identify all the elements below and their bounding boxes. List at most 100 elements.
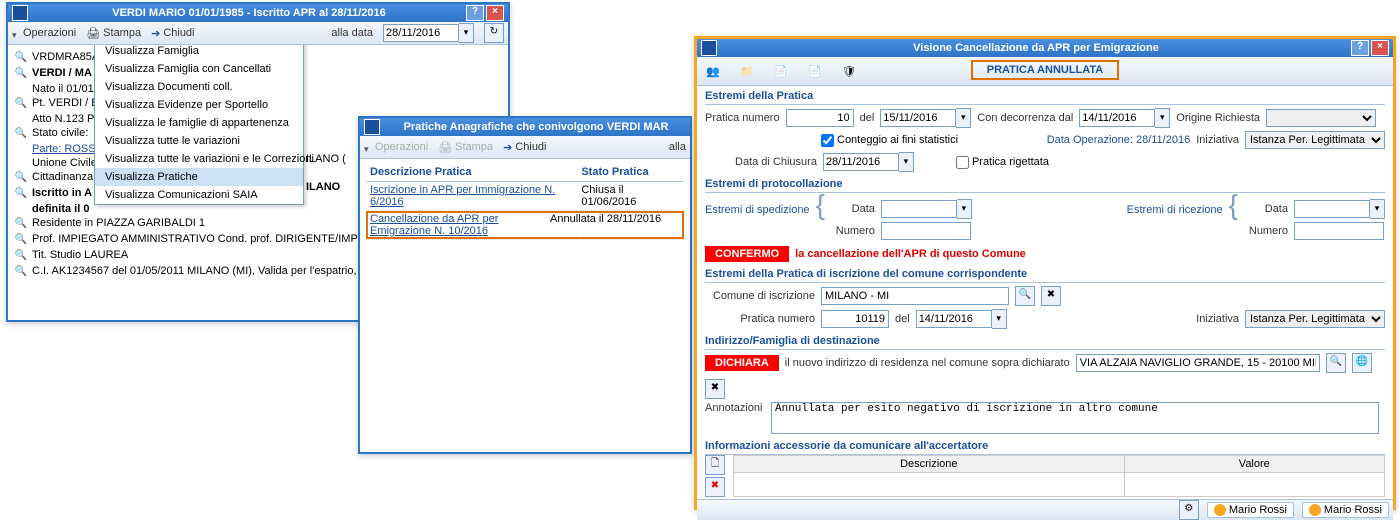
window-title: Pratiche Anagrafiche che conivolgono VER… [386, 118, 686, 136]
pratica-link[interactable]: Iscrizione in APR per Immigrazione N. 6/… [370, 184, 555, 208]
user-chip[interactable]: Mario Rossi [1207, 502, 1294, 518]
close-button[interactable]: × [486, 5, 504, 21]
menu-item[interactable]: Visualizza tutte le variazioni [95, 132, 303, 150]
magnifier-icon[interactable] [14, 97, 28, 111]
line-text: C.I. AK1234567 del 01/05/2011 MILANO (MI… [32, 265, 377, 277]
user-chip[interactable]: Mario Rossi [1302, 502, 1389, 518]
comune-input[interactable] [821, 287, 1009, 305]
chiudi-button[interactable]: ➔Chiudi [503, 141, 546, 154]
iniziativa-select[interactable]: Istanza Per. Legittimata [1245, 131, 1385, 149]
close-button[interactable]: × [1371, 40, 1389, 56]
calendar-button[interactable]: ▾ [1155, 108, 1170, 128]
chiudi-button[interactable]: ➔Chiudi [151, 27, 194, 40]
menu-item[interactable]: Visualizza Documenti coll. [95, 78, 303, 96]
clear-button[interactable]: ✖ [705, 379, 725, 399]
data-label: Data [831, 203, 875, 215]
col-valore[interactable]: Valore [1124, 456, 1384, 473]
table-row[interactable] [734, 473, 1385, 497]
line-text: Iscritto in A [32, 187, 92, 199]
help-button[interactable]: ? [466, 5, 484, 21]
magnifier-icon[interactable] [14, 187, 28, 201]
delete-row-button[interactable]: ✖ [705, 477, 725, 497]
del-date[interactable]: ▾ [880, 108, 971, 128]
col-descrizione[interactable]: Descrizione Pratica [366, 163, 577, 182]
section-estremi-pratica: Estremi della Pratica [705, 88, 1385, 105]
table-row-highlighted[interactable]: Cancellazione da APR per Emigrazione N. … [366, 211, 684, 240]
info-table: Descrizione Valore [733, 455, 1385, 497]
menu-item[interactable]: Visualizza Famiglia con Cancellati [95, 60, 303, 78]
clear-button[interactable]: ✖ [1041, 286, 1061, 306]
col-stato[interactable]: Stato Pratica [577, 163, 684, 182]
titlebar[interactable]: Visione Cancellazione da APR per Emigraz… [697, 39, 1393, 57]
magnifier-icon[interactable] [14, 265, 28, 279]
calendar-button[interactable]: ▾ [899, 152, 914, 172]
calendar-button[interactable]: ▾ [459, 23, 474, 43]
magnifier-icon[interactable] [14, 249, 28, 263]
magnifier-icon[interactable] [14, 233, 28, 247]
globe-button[interactable]: 🌐 [1352, 353, 1372, 373]
iniziativa2-label: Iniziativa [1196, 313, 1239, 325]
pratica-numero-input[interactable] [786, 109, 854, 127]
menu-item[interactable]: Visualizza Comunicazioni SAIA [95, 186, 303, 204]
stampa-button[interactable]: 🖨Stampa [86, 27, 141, 40]
section-indirizzo: Indirizzo/Famiglia di destinazione [705, 333, 1385, 350]
annotazioni-input[interactable] [771, 402, 1379, 434]
operazioni-menu[interactable]: Operazioni [12, 27, 76, 39]
table-row[interactable]: Iscrizione in APR per Immigrazione N. 6/… [366, 182, 684, 211]
pratica-link[interactable]: Cancellazione da APR per Emigrazione N. … [370, 213, 498, 237]
pratica-numero-label: Pratica numero [705, 112, 780, 124]
calendar-button[interactable]: ▾ [956, 108, 971, 128]
calendar-button[interactable]: ▾ [957, 199, 972, 219]
magnifier-icon[interactable] [14, 171, 28, 185]
titlebar[interactable]: VERDI MARIO 01/01/1985 - Iscritto APR al… [8, 4, 508, 22]
section-info-accessorie: Informazioni accessorie da comunicare al… [705, 438, 1385, 455]
status-tool-button[interactable]: ⚙ [1179, 500, 1199, 520]
menu-item[interactable]: Visualizza tutte le variazioni e le Corr… [95, 150, 303, 168]
calendar-button[interactable]: ▾ [1370, 199, 1385, 219]
calendar-button[interactable]: ▾ [992, 309, 1007, 329]
magnifier-icon[interactable] [14, 67, 28, 81]
conteggio-checkbox[interactable]: Conteggio ai fini statistici [821, 134, 958, 147]
search-button[interactable]: 🔍 [1326, 353, 1346, 373]
confermo-text: la cancellazione dell'APR di questo Comu… [795, 248, 1026, 260]
toolbar: Operazioni 🖨Stampa ➔Chiudi alla data ▾ ↻ [8, 22, 508, 45]
col-descrizione[interactable]: Descrizione [734, 456, 1125, 473]
app-icon [701, 40, 717, 56]
operazioni-dropdown[interactable]: Visualizza FamigliaVisualizza Famiglia c… [94, 45, 304, 205]
operazioni-menu[interactable]: Operazioni [364, 141, 428, 153]
section-protocollazione: Estremi di protocollazione [705, 176, 1385, 193]
help-button[interactable]: ? [1351, 40, 1369, 56]
chiusura-date[interactable]: ▾ [823, 152, 914, 172]
iniziativa2-select[interactable]: Istanza Per. Legittimata [1245, 310, 1385, 328]
iniziativa-label: Iniziativa [1196, 134, 1239, 146]
magnifier-icon[interactable] [14, 217, 28, 231]
indirizzo-input[interactable] [1076, 354, 1320, 372]
banner-wrap: PRATICA ANNULLATA [697, 60, 1393, 80]
ric-numero[interactable] [1294, 222, 1384, 240]
menu-item[interactable]: Visualizza le famiglie di appartenenza [95, 114, 303, 132]
origine-select[interactable] [1266, 109, 1376, 127]
rigettata-checkbox[interactable]: Pratica rigettata [956, 156, 1049, 169]
stampa-button[interactable]: 🖨Stampa [438, 141, 493, 154]
del2-date[interactable]: ▾ [916, 309, 1007, 329]
new-row-button[interactable]: 🗋 [705, 455, 725, 475]
refresh-button[interactable]: ↻ [484, 23, 504, 43]
window-title: VERDI MARIO 01/01/1985 - Iscritto APR al… [34, 4, 464, 22]
pratica2-input[interactable] [821, 310, 889, 328]
search-button[interactable]: 🔍 [1015, 286, 1035, 306]
menu-item[interactable]: Visualizza Famiglia [95, 45, 303, 60]
titlebar[interactable]: Pratiche Anagrafiche che conivolgono VER… [360, 118, 690, 136]
date-input[interactable]: ▾ [383, 23, 474, 43]
decorrenza-date[interactable]: ▾ [1079, 108, 1170, 128]
sped-numero[interactable] [881, 222, 971, 240]
user-icon [1214, 504, 1226, 516]
del2-label: del [895, 313, 910, 325]
magnifier-icon[interactable] [14, 127, 28, 141]
sped-data[interactable]: ▾ [881, 199, 972, 219]
menu-item[interactable]: Visualizza Pratiche [95, 168, 303, 186]
ric-data[interactable]: ▾ [1294, 199, 1385, 219]
ricezione-label: Estremi di ricezione [1127, 204, 1223, 216]
magnifier-icon[interactable] [14, 51, 28, 65]
line-text: Tit. Studio LAUREA [32, 249, 128, 261]
menu-item[interactable]: Visualizza Evidenze per Sportello [95, 96, 303, 114]
